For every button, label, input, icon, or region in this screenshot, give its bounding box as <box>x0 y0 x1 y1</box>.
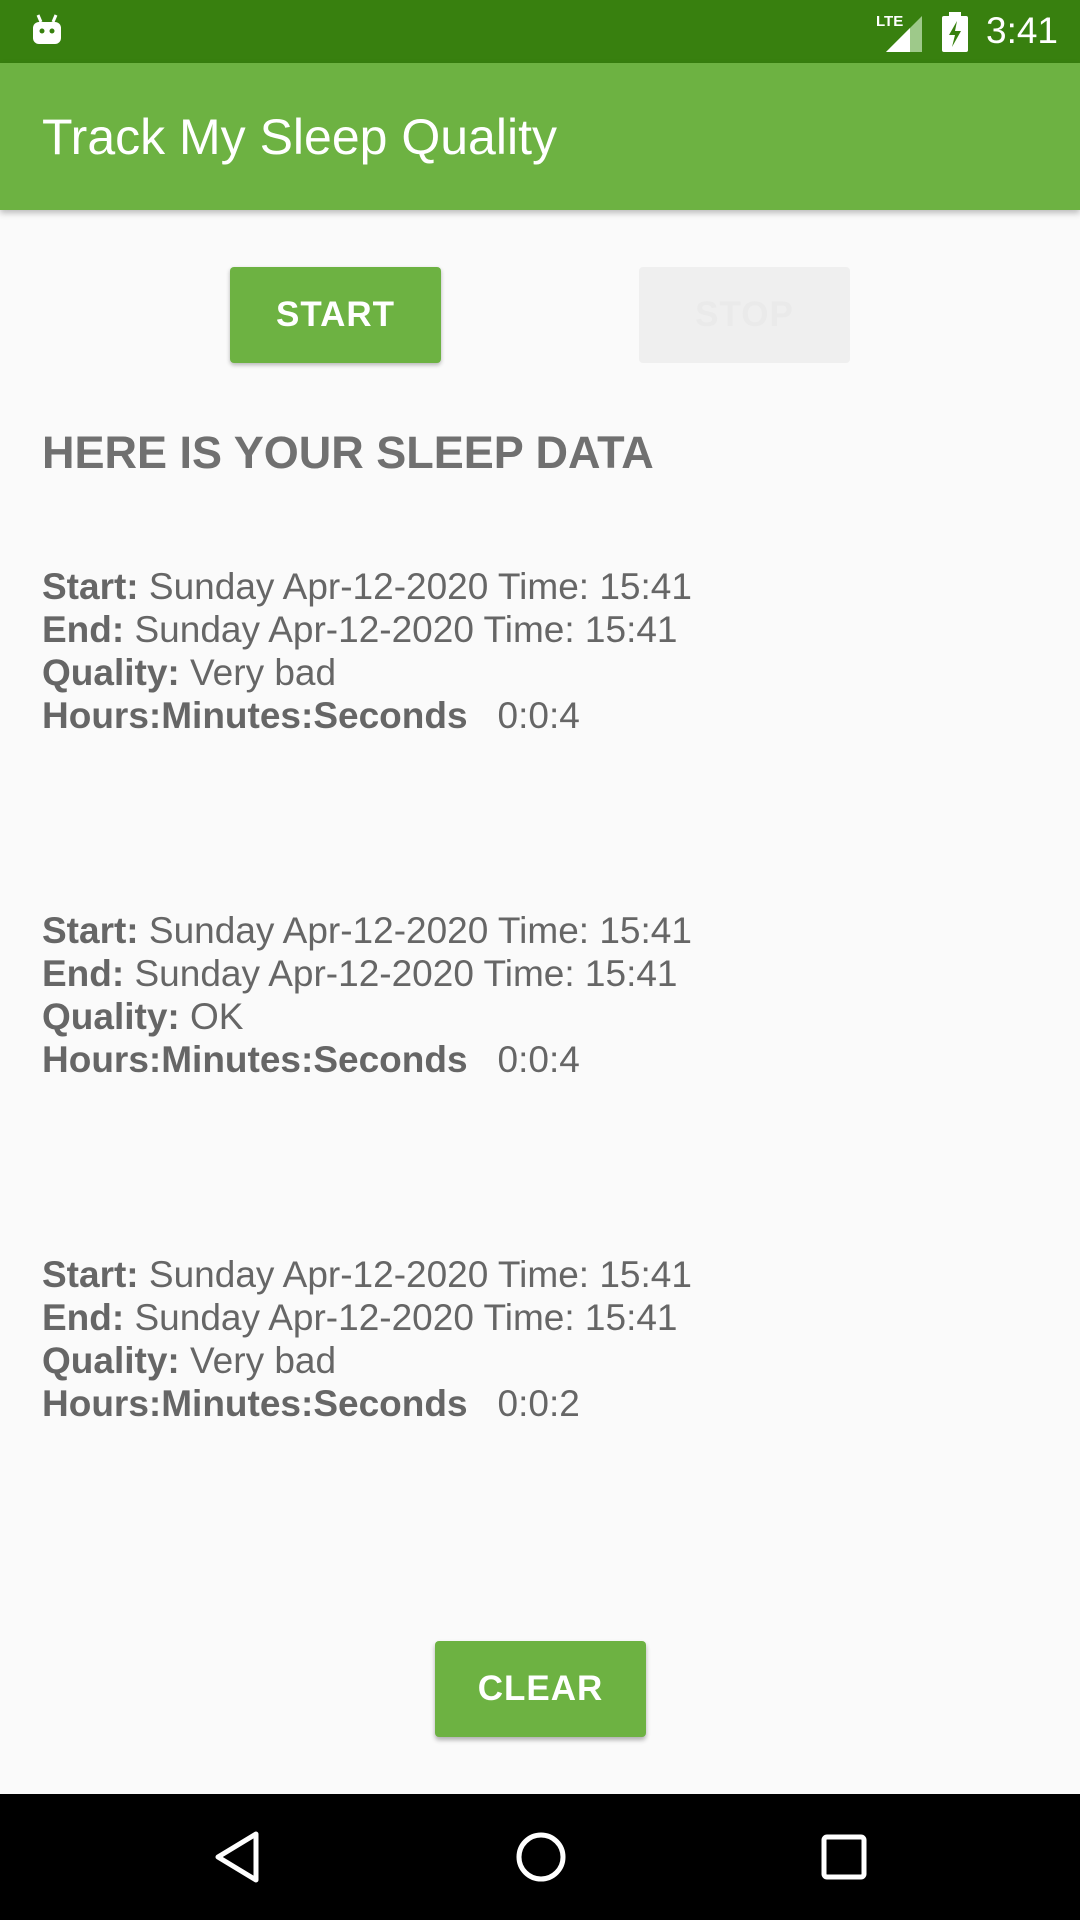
record-end-row: End: Sunday Apr-12-2020 Time: 15:41 <box>42 952 1042 995</box>
sleep-records-list: Start: Sunday Apr-12-2020 Time: 15:41 En… <box>42 565 1042 1597</box>
navigation-bar <box>0 1794 1080 1920</box>
quality-label: Quality: <box>42 1340 180 1381</box>
end-label: End: <box>42 953 125 994</box>
duration-value: 0:0:4 <box>497 1039 580 1080</box>
sleep-record: Start: Sunday Apr-12-2020 Time: 15:41 En… <box>42 565 1042 737</box>
end-value: Sunday Apr-12-2020 Time: 15:41 <box>134 953 678 994</box>
start-label: Start: <box>42 1254 139 1295</box>
sleep-data-heading: HERE IS YOUR SLEEP DATA <box>42 427 654 478</box>
record-quality-row: Quality: Very bad <box>42 1339 1042 1382</box>
quality-label: Quality: <box>42 996 180 1037</box>
stop-button[interactable]: STOP <box>639 267 850 363</box>
record-quality-row: Quality: Very bad <box>42 651 1042 694</box>
quality-value: Very bad <box>190 1340 337 1381</box>
quality-value: Very bad <box>190 652 337 693</box>
record-duration-row: Hours:Minutes:Seconds 0:0:4 <box>42 1038 1042 1081</box>
start-label: Start: <box>42 566 139 607</box>
end-value: Sunday Apr-12-2020 Time: 15:41 <box>134 609 678 650</box>
app-bar: Track My Sleep Quality <box>0 63 1080 210</box>
sleep-record: Start: Sunday Apr-12-2020 Time: 15:41 En… <box>42 1253 1042 1425</box>
start-value: Sunday Apr-12-2020 Time: 15:41 <box>148 1254 692 1295</box>
quality-label: Quality: <box>42 652 180 693</box>
record-start-row: Start: Sunday Apr-12-2020 Time: 15:41 <box>42 565 1042 608</box>
duration-value: 0:0:2 <box>497 1383 580 1424</box>
end-value: Sunday Apr-12-2020 Time: 15:41 <box>134 1297 678 1338</box>
record-duration-row: Hours:Minutes:Seconds 0:0:2 <box>42 1382 1042 1425</box>
duration-value: 0:0:4 <box>497 695 580 736</box>
record-quality-row: Quality: OK <box>42 995 1042 1038</box>
record-duration-row: Hours:Minutes:Seconds 0:0:4 <box>42 694 1042 737</box>
start-value: Sunday Apr-12-2020 Time: 15:41 <box>148 566 692 607</box>
start-value: Sunday Apr-12-2020 Time: 15:41 <box>148 910 692 951</box>
quality-value: OK <box>190 996 244 1037</box>
status-bar: LTE 3:41 <box>0 0 1080 63</box>
end-label: End: <box>42 1297 125 1338</box>
start-label: Start: <box>42 910 139 951</box>
home-icon[interactable] <box>515 1830 567 1884</box>
record-start-row: Start: Sunday Apr-12-2020 Time: 15:41 <box>42 1253 1042 1296</box>
record-end-row: End: Sunday Apr-12-2020 Time: 15:41 <box>42 608 1042 651</box>
duration-label: Hours:Minutes:Seconds <box>42 695 468 736</box>
end-label: End: <box>42 609 125 650</box>
record-start-row: Start: Sunday Apr-12-2020 Time: 15:41 <box>42 909 1042 952</box>
app-title: Track My Sleep Quality <box>42 109 557 165</box>
clear-button[interactable]: CLEAR <box>435 1641 646 1737</box>
recents-icon[interactable] <box>820 1830 868 1884</box>
lte-label: LTE <box>876 13 903 30</box>
android-icon <box>33 14 61 44</box>
record-end-row: End: Sunday Apr-12-2020 Time: 15:41 <box>42 1296 1042 1339</box>
lte-signal-icon: LTE <box>876 13 922 52</box>
duration-label: Hours:Minutes:Seconds <box>42 1383 468 1424</box>
battery-charging-icon <box>942 12 968 52</box>
back-icon[interactable] <box>212 1830 262 1884</box>
duration-label: Hours:Minutes:Seconds <box>42 1039 468 1080</box>
sleep-record: Start: Sunday Apr-12-2020 Time: 15:41 En… <box>42 909 1042 1081</box>
start-button[interactable]: START <box>230 267 441 363</box>
status-clock: 3:41 <box>986 10 1059 51</box>
